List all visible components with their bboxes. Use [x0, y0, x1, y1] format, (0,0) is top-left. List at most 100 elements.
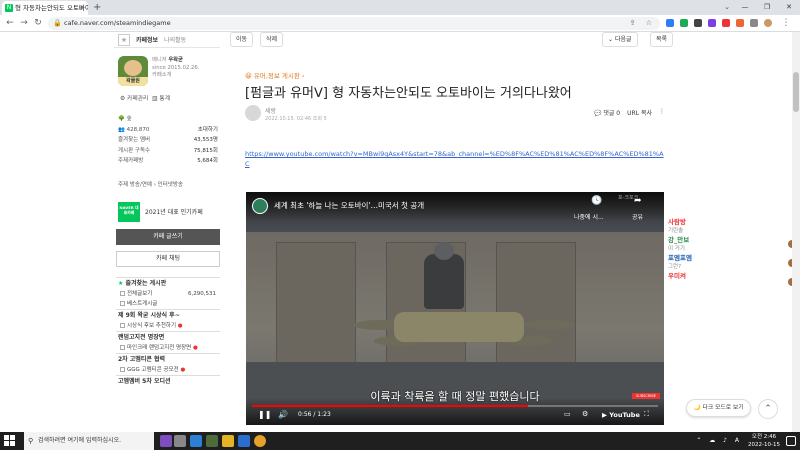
sidebar-tabs: ★ 카페정보 나의활동 — [114, 32, 220, 48]
extension-icon[interactable] — [680, 19, 688, 27]
browser-tab[interactable]: N 형 자동차는안되도 오토바이... ✕ — [2, 1, 88, 15]
board-item-all-posts[interactable]: 전체글보기 6,290,531 — [116, 289, 220, 299]
browser-toolbar: ← → ↻ 🔒 cafe.naver.com/steamindiegame ⇪ … — [0, 15, 800, 32]
board-item[interactable]: GGG 고멤티콘 공모전 ● — [116, 365, 220, 375]
cafe-intro-link[interactable]: 카페소개 — [152, 72, 199, 80]
page-scrollbar[interactable] — [792, 32, 800, 432]
subtitles-icon[interactable]: ▭ — [564, 410, 571, 418]
subscribe-badge[interactable]: SUBSCRIBE — [632, 393, 660, 399]
star-icon: ★ — [118, 280, 124, 287]
bookmark-star-icon[interactable]: ⇪ ☆ — [630, 17, 656, 30]
vscode-icon[interactable] — [238, 435, 250, 447]
post-title: [펌글과 유머ᐯ] 형 자동차는안되도 오토바이는 거의다나왔어 — [245, 86, 572, 101]
minimize-button[interactable]: — — [734, 0, 756, 15]
extensions-puzzle-icon[interactable] — [750, 19, 758, 27]
chat-user[interactable]: 포엠포엠 — [668, 254, 728, 263]
watch-later-icon[interactable]: 🕓 — [591, 196, 602, 206]
clock[interactable]: 오전 2:46 2022-10-15 — [748, 432, 780, 449]
extension-icon[interactable] — [722, 19, 730, 27]
pause-icon[interactable]: ❚❚ — [258, 410, 271, 419]
author-name[interactable]: 세랑 — [265, 106, 276, 115]
window-controls: — ❐ ✕ — [734, 0, 800, 15]
url-text[interactable]: cafe.naver.com/steamindiegame — [64, 17, 171, 30]
browser-menu-icon[interactable]: ⋮ — [780, 17, 792, 29]
write-post-button[interactable]: 카페 글쓰기 — [116, 229, 220, 245]
board-item[interactable]: 시상식 후보 추천하기 ● — [116, 321, 220, 331]
stats-link[interactable]: 통계 — [159, 96, 170, 102]
video-progress-bar[interactable] — [252, 405, 658, 407]
cafe-logo[interactable]: 왁물원 — [118, 56, 148, 86]
extension-icon[interactable] — [736, 19, 744, 27]
new-tab-button[interactable]: + — [93, 1, 101, 14]
tab-search-icon[interactable]: ⌄ — [724, 1, 730, 14]
dark-mode-button[interactable]: 🌙 다크 모드로 보기 — [686, 399, 751, 417]
chat-user[interactable]: 강_만보 — [668, 236, 728, 245]
lock-icon: 🔒 — [53, 19, 62, 27]
manager-name[interactable]: 우왁굳 — [168, 57, 183, 63]
forward-icon[interactable]: → — [18, 17, 30, 29]
task-view-icon[interactable] — [174, 435, 186, 447]
youtube-link[interactable]: https://www.youtube.com/watch?v=MBwi9gAs… — [245, 149, 665, 169]
taskbar-search-input[interactable]: ⚲ 검색하려면 여기에 입력하십시오. — [24, 432, 154, 450]
extension-icon[interactable] — [694, 19, 702, 27]
board-heading: 제 9회 왁굳 시상식 후~ — [116, 309, 220, 321]
chat-message: 그런? — [668, 264, 682, 270]
cafe-manage-link[interactable]: 카페관리 — [127, 96, 148, 102]
cortana-icon[interactable] — [160, 435, 172, 447]
scroll-top-button[interactable]: ⌃ — [758, 399, 778, 419]
tab-my-activity[interactable]: 나의활동 — [164, 35, 186, 44]
cafe-profile: 왁물원 매니저 우왁굳 since 2015.02.26. 카페소개 — [118, 56, 218, 96]
chrome-icon[interactable] — [254, 435, 266, 447]
channel-logo-icon[interactable] — [252, 198, 268, 214]
manager-label: 매니저 — [152, 57, 167, 63]
board-breadcrumb[interactable]: 😀 유머,정보 게시판 › — [245, 70, 305, 80]
back-icon[interactable]: ← — [4, 17, 16, 29]
file-explorer-icon[interactable] — [222, 435, 234, 447]
more-options-icon[interactable]: ⋮ — [659, 108, 665, 117]
settings-gear-icon[interactable]: ⚙ — [582, 410, 588, 418]
member-count[interactable]: 428,870 — [127, 127, 150, 133]
close-window-button[interactable]: ✕ — [778, 0, 800, 15]
volume-icon[interactable]: 🔊 — [278, 410, 288, 419]
notification-icon[interactable] — [786, 436, 796, 446]
stat-value: 5,684회 — [197, 158, 218, 164]
reload-icon[interactable]: ↻ — [32, 17, 44, 29]
share-label[interactable]: 공유 — [632, 212, 643, 221]
board-item-best[interactable]: 베스트게시글 — [116, 299, 220, 309]
board-list: ★ 즐겨찾는 게시판 전체글보기 6,290,531 베스트게시글 제 9회 왁굳… — [116, 277, 220, 387]
edge-icon[interactable] — [190, 435, 202, 447]
minecraft-icon[interactable] — [206, 435, 218, 447]
invite-link[interactable]: 초대하기 — [198, 125, 218, 136]
tab-cafe-info[interactable]: 카페정보 — [136, 35, 158, 44]
stat-label: 즐겨찾는 멤버 — [118, 137, 151, 143]
video-subtitle: 이륙과 착륙을 할 때 정말 편했습니다 — [370, 390, 540, 403]
move-button[interactable]: 이동 — [230, 32, 254, 47]
profile-avatar-icon[interactable] — [764, 19, 772, 27]
chat-user[interactable]: 사람방 — [668, 218, 728, 227]
address-bar[interactable]: 🔒 cafe.naver.com/steamindiegame ⇪ ☆ — [48, 17, 660, 30]
post-tools: 💬 댓글 0 URL 복사 ⋮ — [594, 108, 665, 117]
topic-links[interactable]: 주제 방송/연예 › 인터넷방송 — [118, 180, 218, 188]
windows-start-icon[interactable] — [4, 435, 16, 447]
tab-close-icon[interactable]: ✕ — [79, 1, 85, 15]
chat-user[interactable]: 우미켜 — [668, 272, 728, 281]
next-post-button[interactable]: ⌄ 다음글 — [602, 32, 638, 47]
board-item[interactable]: 마인크래 랜덤고지전 명장면 ● — [116, 343, 220, 353]
maximize-button[interactable]: ❐ — [756, 0, 778, 15]
delete-button[interactable]: 삭제 — [260, 32, 284, 47]
favorite-star-icon[interactable]: ★ — [118, 33, 130, 46]
extension-icon[interactable] — [666, 19, 674, 27]
video-title[interactable]: 세계 최초 '하늘 나는 오토바이'…미국서 첫 공개 — [274, 200, 424, 211]
extension-icon[interactable] — [708, 19, 716, 27]
share-icon[interactable]: ➦ — [634, 196, 642, 206]
watch-later-label[interactable]: 나중에 시... — [574, 212, 604, 221]
fullscreen-icon[interactable]: ⛶ — [644, 410, 649, 419]
comments-button[interactable]: 💬 댓글 0 — [594, 108, 620, 117]
url-copy-button[interactable]: URL 복사 — [627, 108, 652, 117]
cafe-chat-button[interactable]: 카페 채팅 — [116, 251, 220, 267]
youtube-logo[interactable]: ▶ YouTube — [602, 411, 640, 419]
list-button[interactable]: 목록 — [650, 32, 674, 47]
system-tray-icons[interactable]: ⌃ ☁ ♪ A — [696, 432, 742, 450]
author-avatar[interactable] — [245, 105, 261, 121]
youtube-video-player[interactable]: 세계 최초 '하늘 나는 오토바이'…미국서 첫 공개 포-크포크 🕓 나중에 … — [246, 192, 664, 425]
